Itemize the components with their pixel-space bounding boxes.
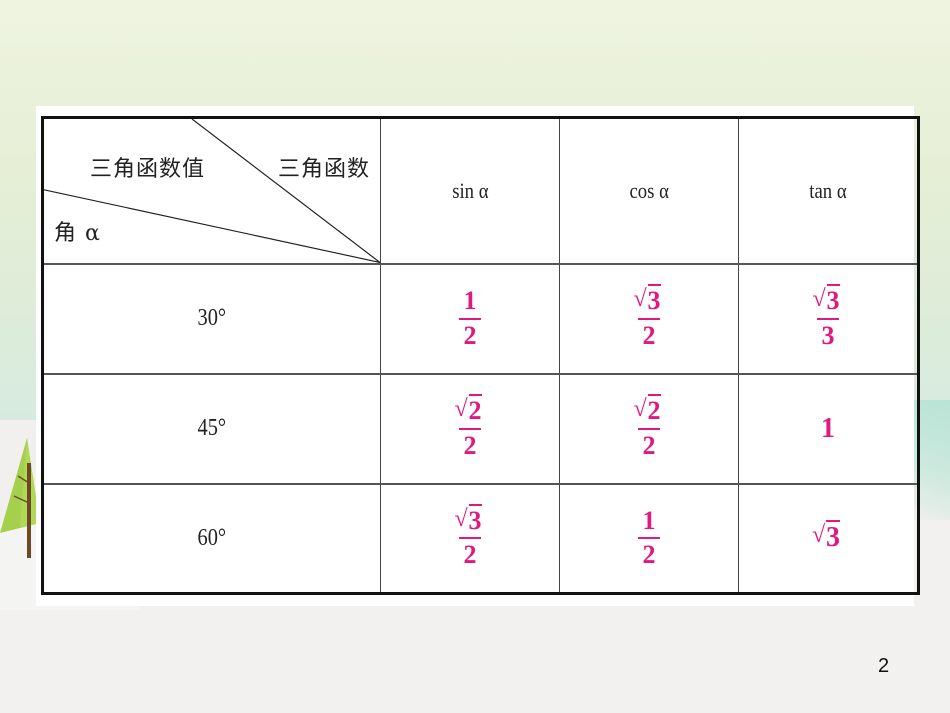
radicand: 3: [826, 520, 840, 554]
fraction-value: 32: [635, 283, 664, 350]
numerator: 3: [456, 503, 485, 536]
angle-cell: 60°: [42, 483, 381, 594]
radicand: 3: [468, 503, 482, 535]
fraction-value: 32: [456, 503, 485, 570]
denominator: 2: [463, 320, 477, 350]
page-number: 2: [878, 655, 890, 677]
angle-cell: 45°: [42, 373, 381, 485]
radicand: 3: [647, 283, 661, 315]
fraction-value: 12: [638, 505, 660, 570]
numerator: 3: [814, 283, 843, 316]
value-cell: 12: [559, 483, 739, 594]
table-row: 45° 22 22 1: [42, 373, 919, 485]
sqrt-numerator: 2: [638, 393, 661, 425]
value-cell: 1: [738, 373, 919, 485]
denominator: 2: [463, 430, 477, 460]
denominator: 3: [821, 320, 835, 350]
fraction-value: 33: [814, 283, 843, 350]
fraction-value: 12: [459, 285, 481, 350]
value-cell: 12: [380, 263, 560, 375]
fraction-value: 22: [635, 393, 664, 460]
header-cos: cos α: [559, 117, 739, 265]
sqrt-numerator: 3: [638, 283, 661, 315]
radicand: 2: [468, 393, 482, 425]
angle-label: 60°: [197, 524, 227, 551]
fraction-bar: [817, 317, 839, 320]
header-label-angle: 角 α: [54, 221, 101, 246]
sqrt-radical: 3: [816, 520, 840, 554]
denominator: 2: [642, 320, 656, 350]
angle-label: 45°: [197, 415, 227, 441]
value-cell: 32: [380, 483, 560, 594]
header-tan: tan α: [738, 117, 919, 265]
header-label-values: 三角函数值: [90, 157, 206, 182]
header-sin-label: sin α: [451, 177, 489, 203]
table-row: 30° 12 32 33: [42, 263, 919, 375]
numerator: 1: [463, 285, 477, 315]
radicand: 2: [647, 393, 661, 425]
numerator: 3: [635, 283, 664, 316]
fraction-bar: [459, 427, 481, 430]
sqrt-numerator: 2: [459, 393, 482, 425]
fraction-bar: [638, 427, 660, 430]
sqrt-value: 3: [816, 520, 840, 554]
fraction-value: 22: [456, 393, 485, 460]
diagonal-header-cell: 三角函数值 三角函数 角 α: [42, 117, 381, 265]
plain-value: 1: [821, 412, 835, 444]
tree-icon: [0, 438, 40, 558]
header-label-functions: 三角函数: [277, 157, 370, 182]
angle-label: 30°: [197, 305, 227, 331]
denominator: 2: [642, 430, 656, 460]
fraction-bar: [459, 317, 481, 320]
radicand: 3: [826, 283, 840, 315]
header-cos-label: cos α: [629, 177, 669, 203]
numerator: 2: [456, 393, 485, 426]
value-cell: 33: [738, 263, 919, 375]
fraction-bar: [459, 537, 481, 540]
value-cell: 22: [380, 373, 560, 485]
numerator: 2: [635, 393, 664, 426]
value-cell: 3: [738, 483, 919, 594]
trig-values-table: 三角函数值 三角函数 角 α sin α cos α tan α 30° 12 …: [41, 116, 920, 595]
value-cell: 22: [559, 373, 739, 485]
denominator: 2: [463, 540, 477, 570]
angle-cell: 30°: [42, 263, 381, 375]
fraction-bar: [638, 537, 660, 540]
denominator: 2: [642, 540, 656, 570]
sqrt-numerator: 3: [459, 503, 482, 535]
sqrt-numerator: 3: [817, 283, 840, 315]
header-tan-label: tan α: [809, 177, 847, 203]
table-header-row: 三角函数值 三角函数 角 α sin α cos α tan α: [42, 117, 919, 265]
fraction-bar: [638, 317, 660, 320]
header-sin: sin α: [380, 117, 560, 265]
numerator: 1: [642, 505, 656, 535]
value-cell: 32: [559, 263, 739, 375]
table-row: 60° 32 12 3: [42, 483, 919, 594]
